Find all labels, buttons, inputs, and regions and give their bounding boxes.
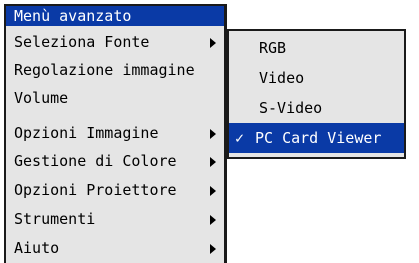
submenu-arrow-icon xyxy=(210,215,216,225)
menu-item-label: Opzioni Proiettore xyxy=(14,181,177,199)
menu-item-label: Volume xyxy=(14,89,69,107)
submenu-item-pc-card-viewer[interactable]: ✓ PC Card Viewer xyxy=(229,123,404,153)
submenu-arrow-icon xyxy=(210,38,216,48)
submenu-arrow-icon xyxy=(210,244,216,254)
menu-item-label: Aiuto xyxy=(14,239,60,257)
submenu-item-label: PC Card Viewer xyxy=(255,129,382,147)
menu-item-strumenti[interactable]: Strumenti xyxy=(6,205,224,233)
menu-item-label: Regolazione immagine xyxy=(14,61,195,79)
menu-item-regolazione-immagine[interactable]: Regolazione immagine xyxy=(6,56,224,84)
checkmark-icon: ✓ xyxy=(235,129,245,147)
submenu-arrow-icon xyxy=(210,157,216,167)
submenu-arrow-icon xyxy=(210,186,216,196)
menu-title: Menù avanzato xyxy=(6,6,224,26)
submenu-item-label: S-Video xyxy=(259,99,323,117)
submenu-item-label: RGB xyxy=(259,39,287,57)
menu-item-aiuto[interactable]: Aiuto xyxy=(6,234,224,262)
submenu-item-rgb[interactable]: RGB xyxy=(229,33,404,63)
menu-item-label: Gestione di Colore xyxy=(14,152,177,170)
submenu-item-video[interactable]: Video xyxy=(229,63,404,93)
menu-item-seleziona-fonte[interactable]: Seleziona Fonte xyxy=(6,28,224,56)
advanced-menu: Menù avanzato Seleziona Fonte Regolazion… xyxy=(4,4,227,263)
menu-item-opzioni-immagine[interactable]: Opzioni Immagine xyxy=(6,119,224,147)
submenu-item-s-video[interactable]: S-Video xyxy=(229,93,404,123)
menu-item-gestione-di-colore[interactable]: Gestione di Colore xyxy=(6,147,224,175)
submenu-arrow-icon xyxy=(210,129,216,139)
submenu-item-label: Video xyxy=(259,69,305,87)
menu-item-opzioni-proiettore[interactable]: Opzioni Proiettore xyxy=(6,176,224,204)
menu-item-volume[interactable]: Volume xyxy=(6,84,224,112)
menu-item-label: Strumenti xyxy=(14,210,96,228)
source-submenu: RGB Video S-Video ✓ PC Card Viewer xyxy=(227,29,406,159)
menu-item-label: Opzioni Immagine xyxy=(14,124,159,142)
menu-item-label: Seleziona Fonte xyxy=(14,33,150,51)
